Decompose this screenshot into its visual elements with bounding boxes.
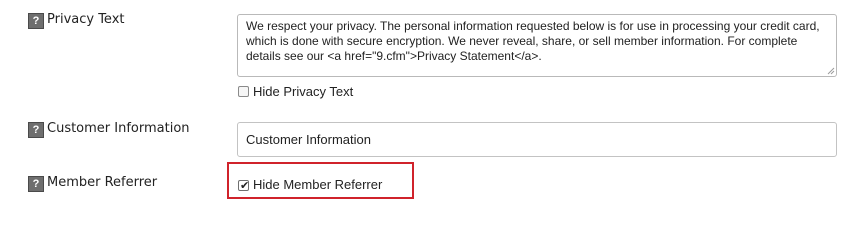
privacy-text-textarea[interactable]: We respect your privacy. The personal in… [237, 14, 837, 77]
checkmark-icon: ✔ [240, 179, 250, 192]
hide-member-referrer-label[interactable]: Hide Member Referrer [253, 177, 382, 193]
hide-member-referrer-checkbox[interactable]: ✔ [238, 179, 250, 192]
resize-grip-icon[interactable] [827, 67, 835, 75]
help-icon[interactable]: ? [28, 176, 44, 192]
hide-privacy-text-label[interactable]: Hide Privacy Text [253, 84, 353, 100]
privacy-text-value: We respect your privacy. The personal in… [246, 19, 820, 63]
member-referrer-label: Member Referrer [47, 175, 158, 190]
help-icon[interactable]: ? [28, 13, 44, 29]
customer-information-value: Customer Information [246, 132, 371, 147]
customer-information-input[interactable]: Customer Information [237, 122, 837, 157]
hide-privacy-text-checkbox[interactable] [238, 86, 249, 97]
help-icon[interactable]: ? [28, 122, 44, 138]
customer-information-label: Customer Information [47, 121, 190, 136]
privacy-text-label: Privacy Text [47, 12, 125, 27]
